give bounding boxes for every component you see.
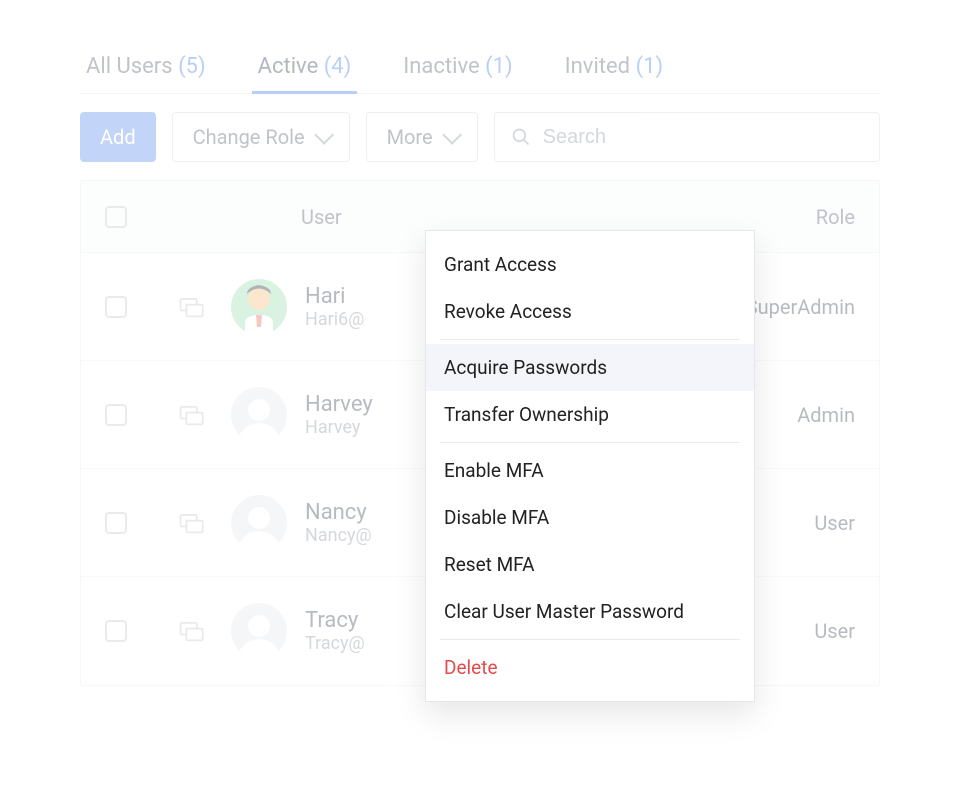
menu-item-grant-access[interactable]: Grant Access: [426, 241, 754, 288]
tab-label: Active: [258, 54, 319, 79]
chevron-down-icon: [442, 125, 462, 145]
search-icon: [511, 127, 531, 147]
search-input[interactable]: [543, 126, 863, 149]
more-button[interactable]: More: [366, 112, 478, 162]
status-icon: [151, 617, 231, 645]
menu-item-disable-mfa[interactable]: Disable MFA: [426, 494, 754, 541]
search-field[interactable]: [494, 112, 880, 162]
menu-item-acquire-passwords[interactable]: Acquire Passwords: [426, 344, 754, 391]
user-email: Hari6@: [305, 309, 364, 330]
tab-count: (4): [324, 54, 352, 79]
user-name: Tracy: [305, 608, 365, 633]
menu-item-reset-mfa[interactable]: Reset MFA: [426, 541, 754, 588]
user-email: Nancy@: [305, 525, 372, 546]
select-all-checkbox[interactable]: [105, 206, 127, 228]
chevron-down-icon: [314, 125, 334, 145]
menu-item-clear-master-password[interactable]: Clear User Master Password: [426, 588, 754, 635]
tab-count: (5): [178, 54, 206, 79]
status-icon: [151, 293, 231, 321]
tab-inactive[interactable]: Inactive (1): [397, 40, 518, 93]
status-icon: [151, 401, 231, 429]
row-checkbox[interactable]: [105, 512, 127, 534]
menu-separator: [440, 639, 740, 640]
avatar: [231, 603, 287, 659]
change-role-label: Change Role: [193, 125, 305, 149]
menu-separator: [440, 339, 740, 340]
avatar: [231, 387, 287, 443]
tab-count: (1): [485, 54, 513, 79]
tab-label: Invited: [565, 54, 630, 79]
tab-invited[interactable]: Invited (1): [559, 40, 669, 93]
menu-item-revoke-access[interactable]: Revoke Access: [426, 288, 754, 335]
tab-all-users[interactable]: All Users (5): [80, 40, 212, 93]
user-email: Harvey: [305, 417, 373, 438]
menu-item-delete[interactable]: Delete: [426, 644, 754, 691]
add-button[interactable]: Add: [80, 112, 156, 162]
change-role-button[interactable]: Change Role: [172, 112, 350, 162]
toolbar: Add Change Role More: [80, 112, 880, 162]
menu-separator: [440, 442, 740, 443]
avatar: [231, 495, 287, 551]
add-label: Add: [100, 125, 136, 149]
user-email: Tracy@: [305, 633, 365, 654]
menu-item-transfer-ownership[interactable]: Transfer Ownership: [426, 391, 754, 438]
column-header-role: Role: [701, 205, 879, 229]
tabs: All Users (5) Active (4) Inactive (1) In…: [80, 40, 880, 94]
user-name: Hari: [305, 284, 364, 309]
more-label: More: [387, 125, 433, 149]
tab-label: Inactive: [403, 54, 479, 79]
row-checkbox[interactable]: [105, 404, 127, 426]
column-header-user: User: [231, 205, 701, 229]
tab-count: (1): [636, 54, 664, 79]
row-checkbox[interactable]: [105, 620, 127, 642]
more-dropdown-menu: Grant Access Revoke Access Acquire Passw…: [425, 230, 755, 702]
row-checkbox[interactable]: [105, 296, 127, 318]
status-icon: [151, 509, 231, 537]
user-name: Harvey: [305, 392, 373, 417]
tab-active[interactable]: Active (4): [252, 40, 358, 93]
menu-item-enable-mfa[interactable]: Enable MFA: [426, 447, 754, 494]
user-name: Nancy: [305, 500, 372, 525]
tab-label: All Users: [86, 54, 173, 79]
avatar: [231, 279, 287, 335]
